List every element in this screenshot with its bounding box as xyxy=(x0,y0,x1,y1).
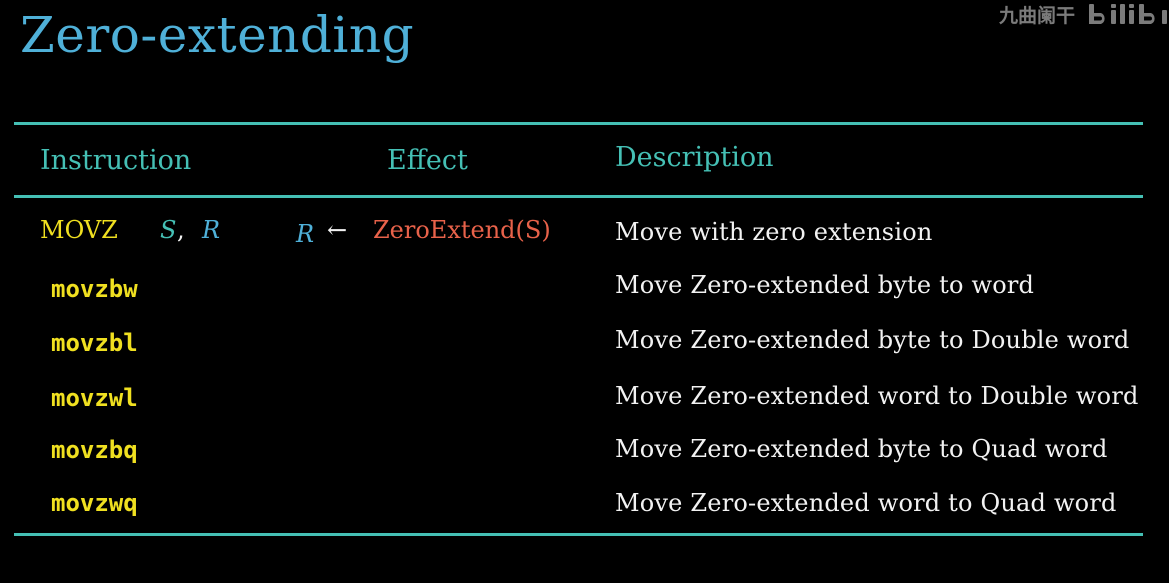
table-top-rule xyxy=(14,122,1143,125)
column-header-instruction: Instruction xyxy=(40,145,192,176)
instruction-movzbq: movzbq xyxy=(51,436,138,464)
effect-destination: R xyxy=(296,220,315,248)
column-header-effect: Effect xyxy=(387,145,468,176)
instruction-class-description: Move with zero extension xyxy=(615,218,933,246)
bilibili-logo-icon xyxy=(1087,1,1169,27)
watermark: 九曲阑干 xyxy=(999,0,1169,28)
watermark-text: 九曲阑干 xyxy=(998,4,1075,27)
column-header-description: Description xyxy=(615,142,774,173)
description-movzbw: Move Zero-extended byte to word xyxy=(615,271,1035,299)
slide: Zero-extending 九曲阑干 Instruction Effect D… xyxy=(0,0,1169,583)
operand-source: S xyxy=(160,216,177,244)
instruction-movzbw: movzbw xyxy=(51,275,138,303)
description-movzbl: Move Zero-extended byte to Double word xyxy=(615,326,1130,354)
description-movzbq: Move Zero-extended byte to Quad word xyxy=(615,435,1108,463)
slide-title: Zero-extending xyxy=(20,6,415,64)
description-movzwq: Move Zero-extended word to Quad word xyxy=(615,489,1117,517)
effect-expression: ZeroExtend(S) xyxy=(373,216,551,244)
effect-left-arrow-icon: ← xyxy=(327,216,348,244)
description-movzwl: Move Zero-extended word to Double word xyxy=(615,382,1139,410)
instruction-class-mnemonic: MOVZ xyxy=(40,216,118,244)
table-header-rule xyxy=(14,195,1143,198)
instruction-movzbl: movzbl xyxy=(51,329,138,357)
table-bottom-rule xyxy=(14,533,1143,536)
instruction-movzwq: movzwq xyxy=(51,489,138,517)
operand-separator: , xyxy=(177,216,185,244)
operand-destination: R xyxy=(202,216,221,244)
instruction-movzwl: movzwl xyxy=(51,384,138,412)
